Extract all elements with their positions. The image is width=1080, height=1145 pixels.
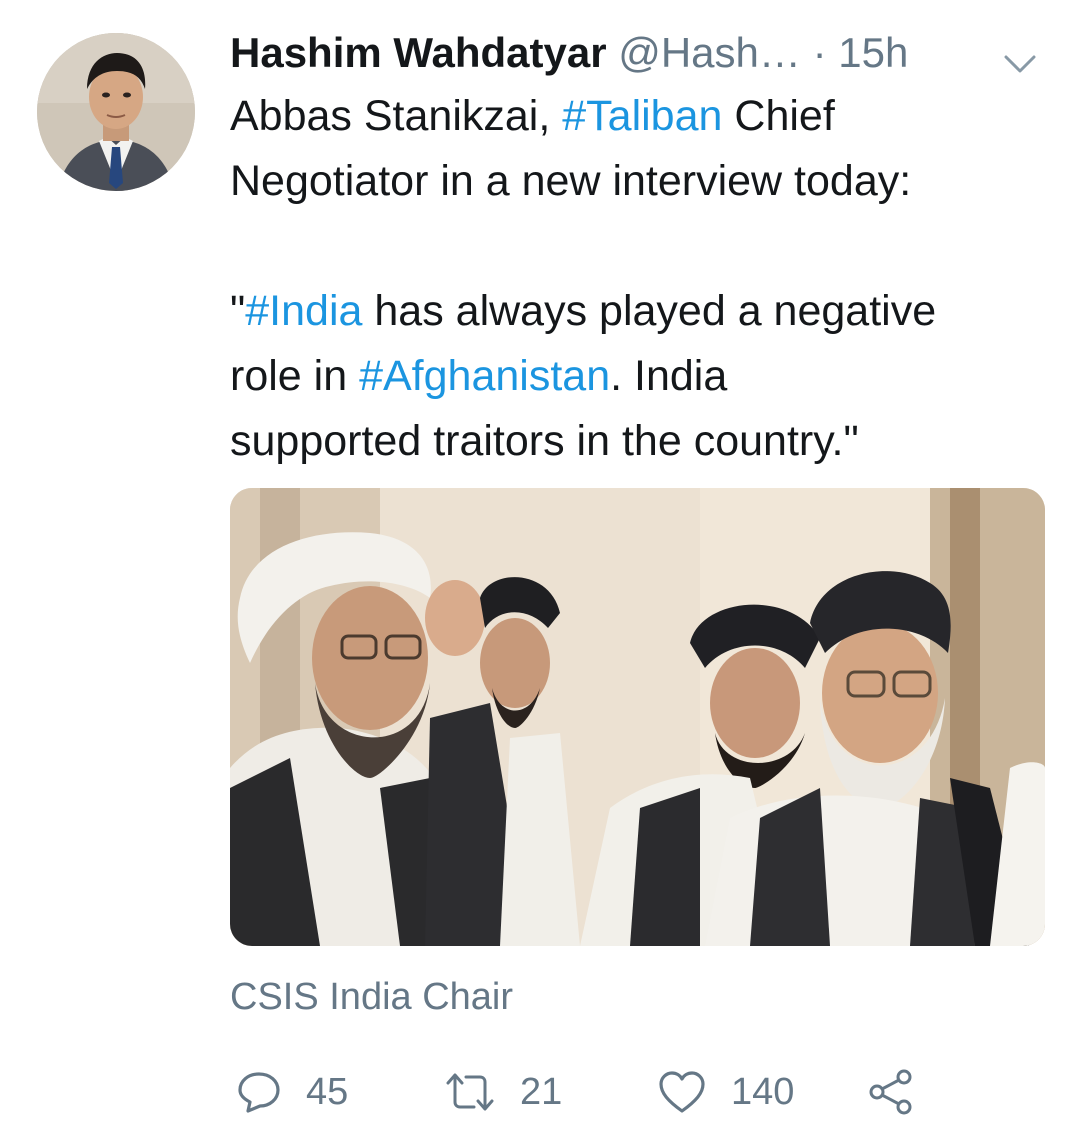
share-button[interactable] [868, 1062, 916, 1122]
avatar-photo [37, 33, 195, 191]
text-segment: has always played a negative [362, 287, 937, 335]
text-segment: " [230, 287, 246, 335]
retweet-arrows-icon [442, 1069, 498, 1115]
reply-count: 45 [306, 1070, 349, 1113]
tweet-text: Abbas Stanikzai, #Taliban Chief Negotiat… [230, 84, 1050, 474]
text-line: Negotiator in a new interview today: [230, 157, 912, 205]
retweet-button[interactable]: 21 [442, 1062, 562, 1122]
author-avatar[interactable] [37, 33, 195, 191]
hashtag-taliban[interactable]: #Taliban [562, 92, 722, 140]
share-nodes-icon [868, 1068, 916, 1116]
author-handle[interactable]: @Hash… [618, 29, 801, 76]
quote-line: role in #Afghanistan. India [230, 344, 1050, 409]
like-count: 140 [731, 1070, 795, 1113]
header-separator: · [812, 29, 827, 76]
speech-bubble-icon [236, 1069, 282, 1115]
text-segment: Chief [722, 92, 835, 140]
quote-line: "#India has always played a negative [230, 279, 1050, 344]
tweet[interactable]: Hashim Wahdatyar @Hash… · 15h Abbas Stan… [0, 0, 1080, 1145]
quote-line: supported traitors in the country." [230, 417, 859, 465]
tweet-time[interactable]: 15h [838, 29, 908, 76]
reply-button[interactable]: 45 [236, 1062, 348, 1122]
media-source-label[interactable]: CSIS India Chair [230, 972, 513, 1022]
chevron-down-icon[interactable] [1000, 38, 1040, 73]
heart-icon [657, 1069, 707, 1115]
hashtag-afghanistan[interactable]: #Afghanistan [359, 352, 610, 400]
tweet-header: Hashim Wahdatyar @Hash… · 15h [230, 26, 1050, 80]
author-name[interactable]: Hashim Wahdatyar [230, 29, 607, 76]
text-segment: role in [230, 352, 360, 400]
hashtag-india[interactable]: #India [245, 287, 362, 335]
like-button[interactable]: 140 [657, 1062, 794, 1122]
retweet-count: 21 [520, 1070, 563, 1113]
text-line: Abbas Stanikzai, #Taliban Chief [230, 84, 1050, 149]
text-segment: . India [610, 352, 728, 400]
text-segment: Abbas Stanikzai, [230, 92, 563, 140]
photo-illustration [230, 488, 1045, 946]
tweet-media-photo[interactable] [230, 488, 1045, 946]
tweet-actions: 45 21 140 [230, 1062, 1050, 1122]
